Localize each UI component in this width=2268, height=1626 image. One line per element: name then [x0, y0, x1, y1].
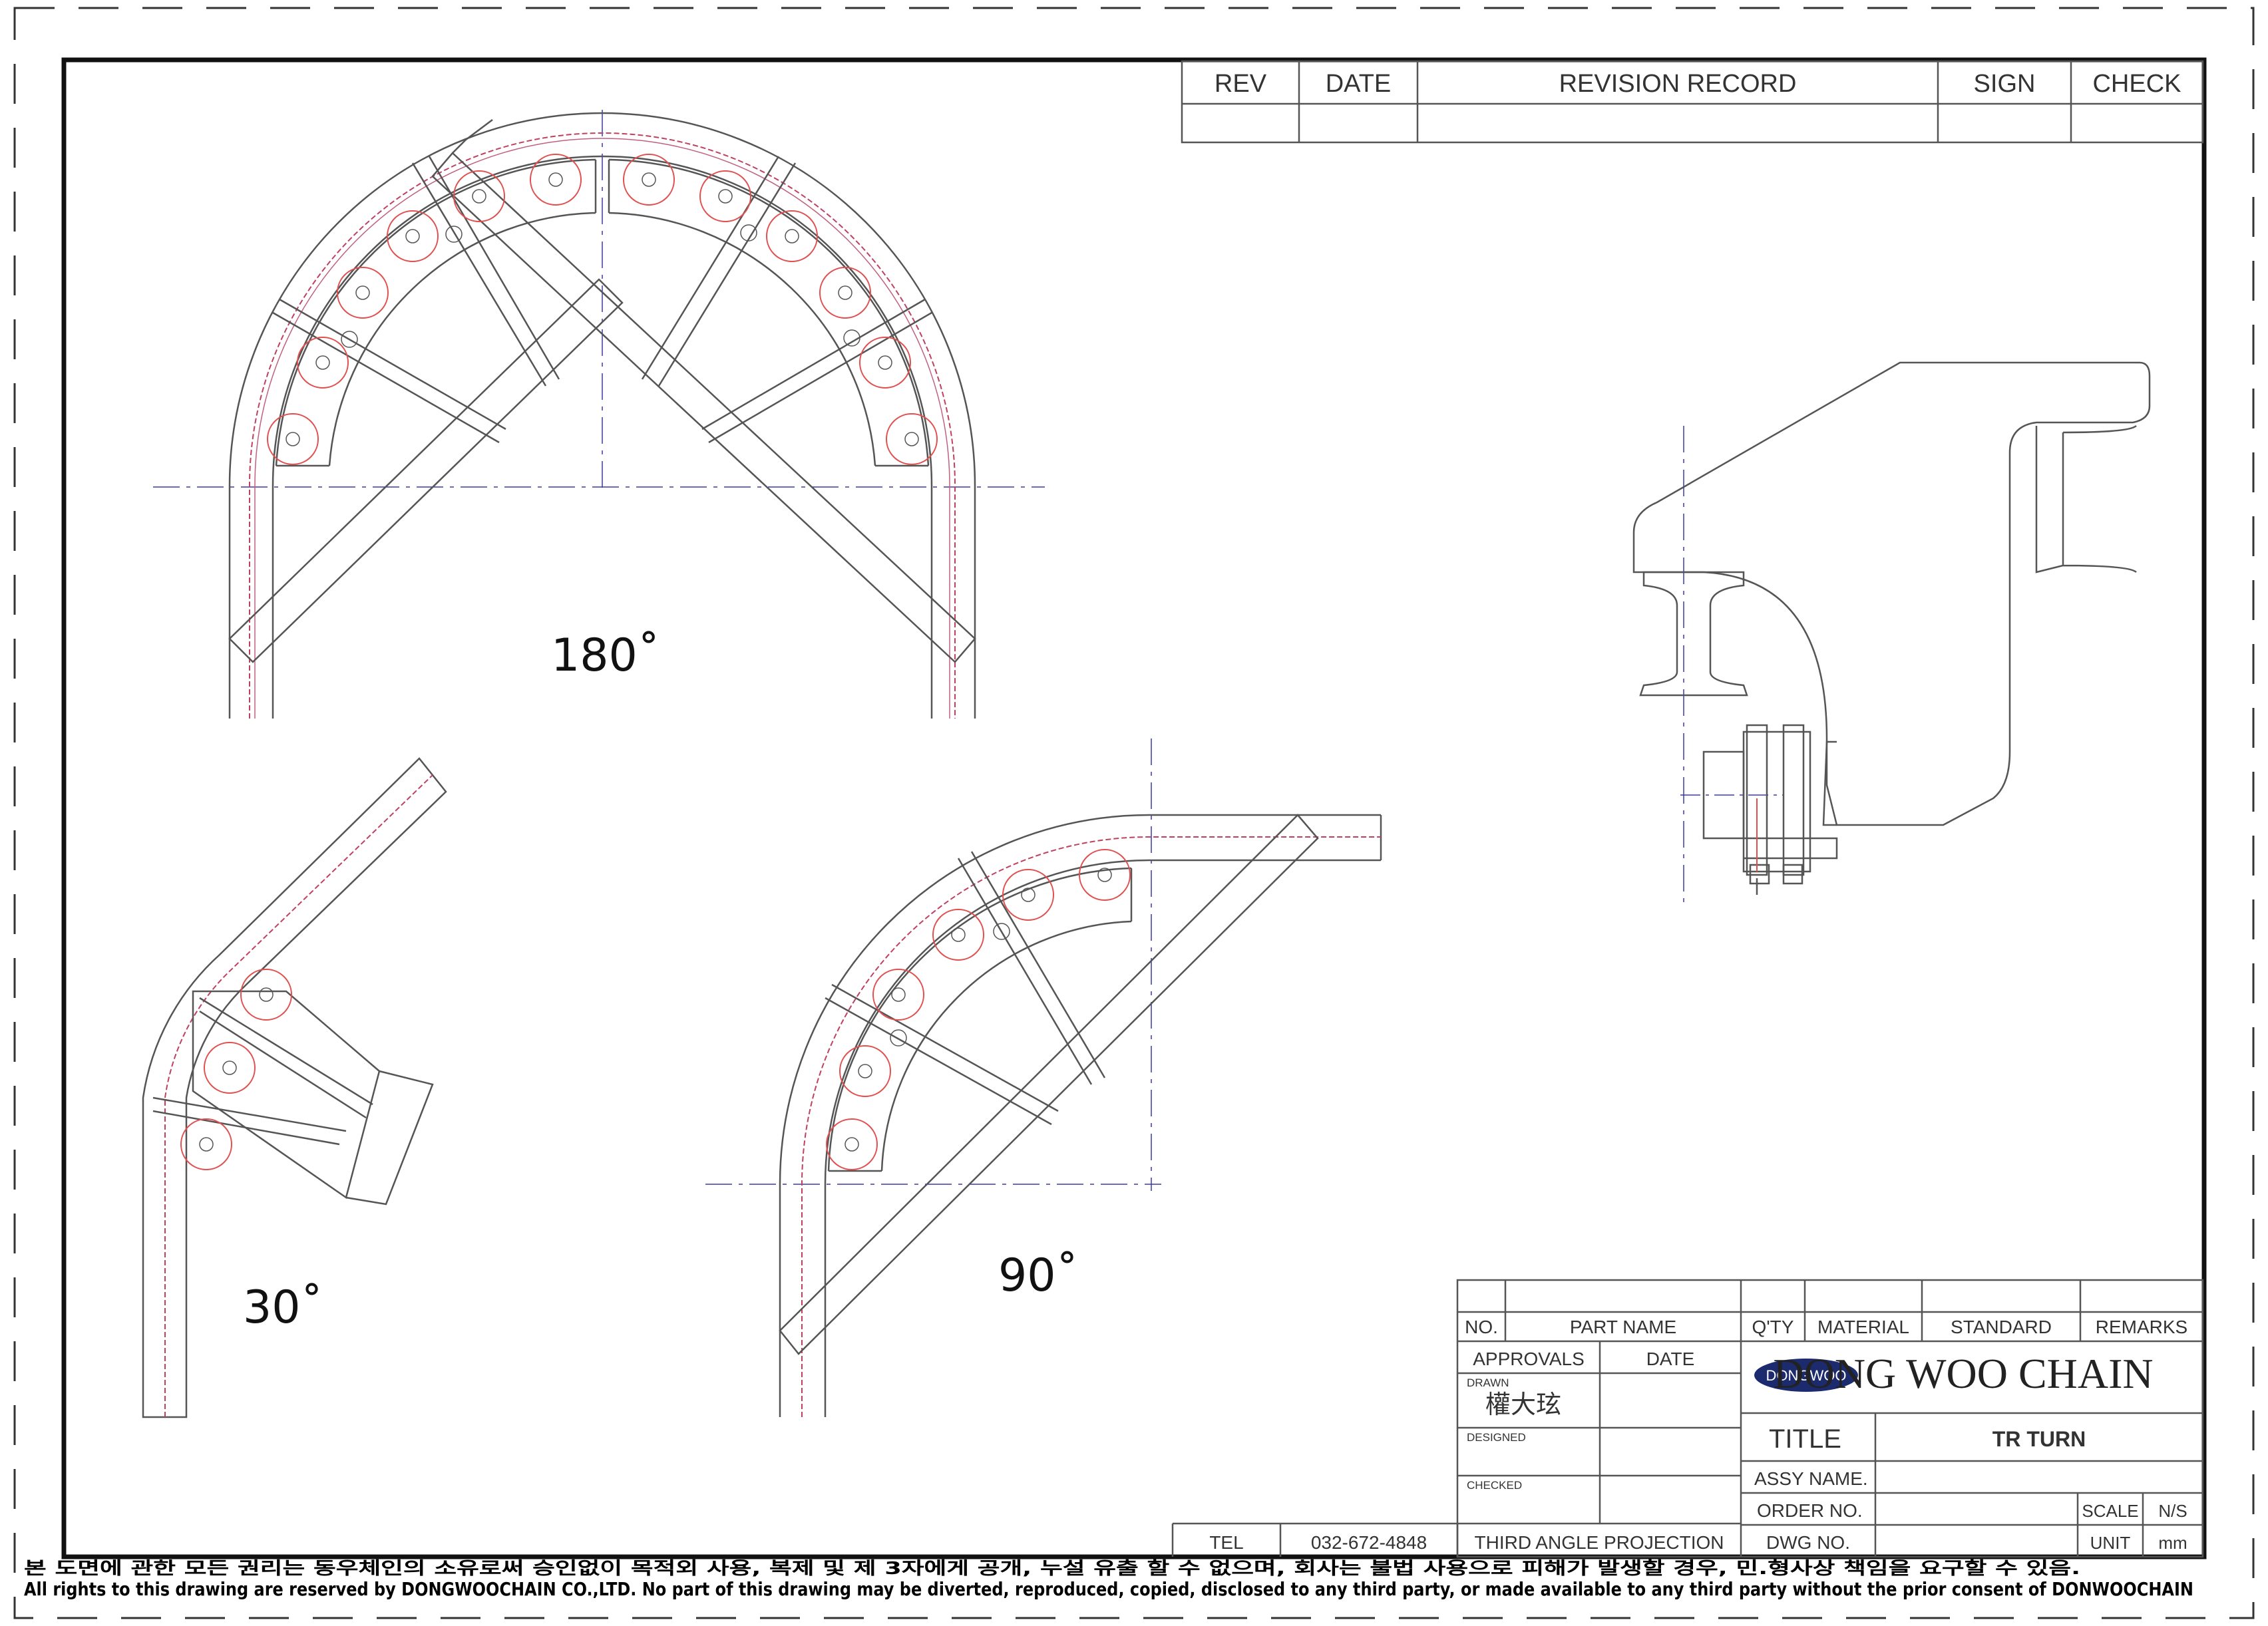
bracket-section-view	[1632, 361, 2151, 905]
date-header: DATE	[1326, 70, 1392, 98]
approvals-header: APPROVALS	[1473, 1349, 1585, 1369]
parts-material-header: MATERIAL	[1817, 1317, 1909, 1337]
unit-value: mm	[2158, 1533, 2187, 1553]
angle-180-label: 180˚	[551, 629, 660, 682]
technical-drawing: REV DATE REVISION RECORD SIGN CHECK 180˚…	[13, 7, 2255, 1619]
angle-30-label: 30˚	[243, 1281, 323, 1334]
unit-label: UNIT	[2090, 1533, 2131, 1553]
angle-90-label: 90˚	[998, 1249, 1079, 1302]
sign-header: SIGN	[1974, 70, 2036, 98]
parts-name-header: PART NAME	[1570, 1317, 1676, 1337]
parts-no-header: NO.	[1465, 1317, 1498, 1337]
order-no-label: ORDER NO.	[1757, 1500, 1863, 1521]
tel-value: 032-672-4848	[1311, 1532, 1427, 1553]
check-header: CHECK	[2092, 70, 2181, 98]
parts-qty-header: Q'TY	[1752, 1317, 1794, 1337]
parts-standard-header: STANDARD	[1951, 1317, 2052, 1337]
view-180-turn	[153, 110, 1045, 719]
projection-label: THIRD ANGLE PROJECTION	[1475, 1532, 1724, 1553]
parts-remarks-header: REMARKS	[2096, 1317, 2187, 1337]
notice-korean: 본 도면에 관한 모든 권리는 동우체인의 소유로써 승인없이 목적외 사용, …	[24, 1559, 2080, 1579]
dwg-no-label: DWG NO.	[1766, 1532, 1850, 1553]
title-label: TITLE	[1769, 1424, 1841, 1454]
designed-label: DESIGNED	[1467, 1431, 1526, 1444]
notice-english: All rights to this drawing are reserved …	[24, 1578, 2193, 1600]
drawn-label: DRAWN	[1467, 1377, 1509, 1389]
scale-value: N/S	[2158, 1501, 2187, 1521]
checked-label: CHECKED	[1467, 1479, 1522, 1492]
tel-label: TEL	[1209, 1532, 1243, 1553]
approvals-date-header: DATE	[1646, 1349, 1695, 1369]
drawn-name: 權大玹	[1485, 1391, 1561, 1419]
revision-record-header: REVISION RECORD	[1559, 70, 1797, 98]
assy-name-label: ASSY NAME.	[1754, 1468, 1868, 1489]
rev-header: REV	[1215, 70, 1267, 98]
company-name: DONG WOO CHAIN	[1773, 1350, 2153, 1397]
title-value: TR TURN	[1992, 1427, 2086, 1451]
view-90-turn	[705, 738, 1382, 1417]
scale-label: SCALE	[2082, 1501, 2138, 1521]
